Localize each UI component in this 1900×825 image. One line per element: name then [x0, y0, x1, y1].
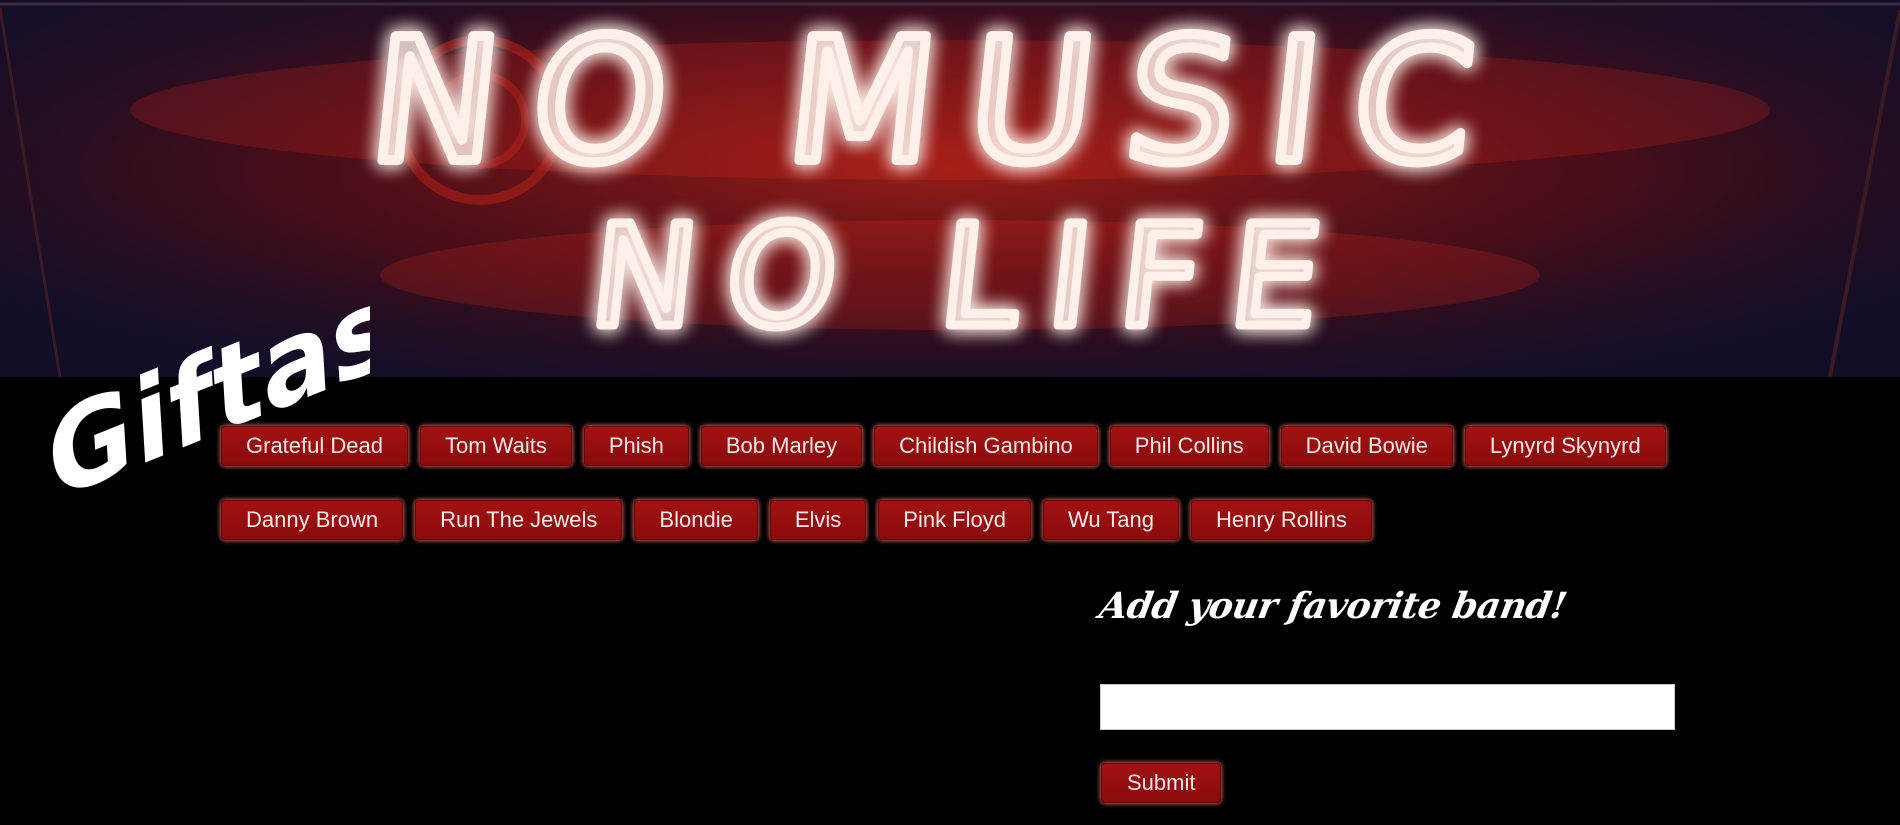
band-name-input[interactable] — [1100, 684, 1675, 730]
band-button-childish-gambino[interactable]: Childish Gambino — [874, 426, 1098, 466]
band-button-tom-waits[interactable]: Tom Waits — [419, 426, 572, 466]
giftastic-logo: Giftastic — [34, 215, 370, 495]
band-button-lynyrd-skynyrd[interactable]: Lynyrd Skynyrd — [1464, 426, 1666, 466]
band-button-blondie[interactable]: Blondie — [634, 500, 758, 540]
band-button-david-bowie[interactable]: David Bowie — [1280, 426, 1453, 466]
neon-line-2: NO LIFE — [583, 196, 1358, 359]
submit-button[interactable]: Submit — [1101, 763, 1222, 803]
band-button-run-the-jewels[interactable]: Run The Jewels — [415, 500, 623, 540]
band-button-henry-rollins[interactable]: Henry Rollins — [1191, 500, 1372, 540]
add-band-heading: Add your favorite band! — [1096, 585, 1570, 627]
band-button-phish[interactable]: Phish — [583, 426, 689, 466]
page: NO MUSIC NO LIFE Giftastic Grateful Dead… — [0, 0, 1900, 825]
band-button-pink-floyd[interactable]: Pink Floyd — [878, 500, 1031, 540]
band-buttons-row-2: Danny Brown Run The Jewels Blondie Elvis Pin… — [221, 500, 1372, 540]
band-button-phil-collins[interactable]: Phil Collins — [1109, 426, 1269, 466]
band-button-wu-tang[interactable]: Wu Tang — [1042, 500, 1180, 540]
band-button-bob-marley[interactable]: Bob Marley — [700, 426, 863, 466]
band-button-elvis[interactable]: Elvis — [769, 500, 867, 540]
band-button-danny-brown[interactable]: Danny Brown — [221, 500, 404, 540]
logo-text: Giftastic — [34, 215, 370, 495]
band-buttons-row-1: Grateful Dead Tom Waits Phish Bob Marley Chi… — [221, 426, 1666, 466]
neon-line-1: NO MUSIC — [361, 3, 1517, 200]
